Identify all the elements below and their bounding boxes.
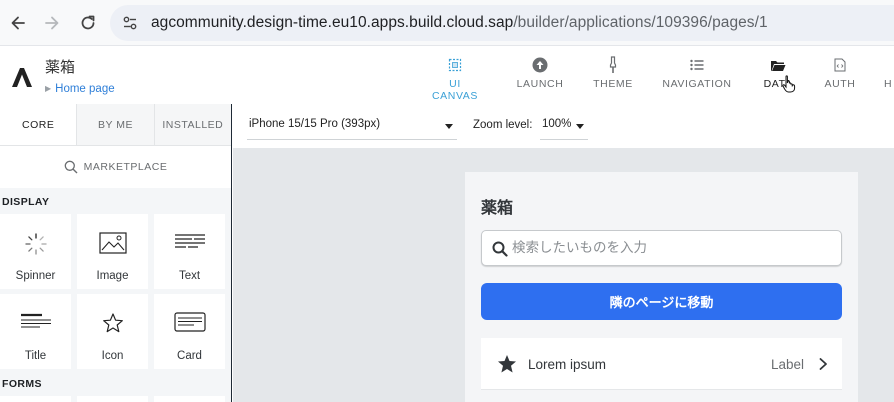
tab-by-me[interactable]: BY ME bbox=[76, 104, 154, 145]
list-item[interactable]: Lorem ipsum Label bbox=[481, 338, 842, 390]
canvas-toolbar: iPhone 15/15 Pro (393px) Zoom level: 100… bbox=[233, 104, 894, 148]
search-icon bbox=[64, 160, 78, 174]
section-display: DISPLAY bbox=[2, 196, 50, 208]
folder-icon bbox=[760, 56, 796, 74]
breadcrumb-home-link[interactable]: Home page bbox=[55, 83, 114, 95]
title-icon bbox=[0, 312, 71, 334]
component-icon[interactable]: Icon bbox=[77, 294, 148, 369]
component-form-partial[interactable] bbox=[0, 396, 71, 402]
search-input[interactable] bbox=[512, 238, 832, 258]
next-page-button[interactable]: 隣のページに移動 bbox=[481, 283, 842, 320]
component-panel: CORE BY ME INSTALLED MARKETPLACE DISPLAY… bbox=[0, 104, 232, 402]
app-title: 薬箱 bbox=[45, 59, 76, 76]
site-settings-icon[interactable] bbox=[122, 15, 138, 31]
app-header: 薬箱 ▶ Home page UI CANVAS LAUNCH THEME NAV… bbox=[0, 46, 894, 104]
chevron-down-icon bbox=[445, 124, 453, 129]
zoom-select[interactable]: 100% bbox=[540, 112, 588, 140]
chevron-down-icon bbox=[576, 124, 584, 129]
reload-icon[interactable] bbox=[78, 13, 98, 33]
address-bar[interactable]: agcommunity.design-time.eu10.apps.build.… bbox=[110, 5, 894, 41]
tab-theme[interactable]: THEME bbox=[588, 56, 638, 96]
section-forms: FORMS bbox=[2, 378, 42, 390]
tab-ui-canvas[interactable]: UI CANVAS bbox=[425, 56, 485, 102]
canvas-icon bbox=[425, 56, 485, 74]
list-icon bbox=[660, 56, 734, 74]
launch-icon bbox=[512, 56, 568, 74]
zoom-label: Zoom level: bbox=[473, 119, 533, 131]
card-icon bbox=[154, 312, 225, 334]
component-form-partial[interactable] bbox=[154, 396, 225, 402]
tab-launch[interactable]: LAUNCH bbox=[512, 56, 568, 96]
chevron-right-icon bbox=[819, 358, 827, 370]
tab-core[interactable]: CORE bbox=[0, 104, 77, 145]
page-title[interactable]: 薬箱 bbox=[481, 194, 513, 218]
list-item-title: Lorem ipsum bbox=[528, 357, 607, 372]
theme-brush-icon bbox=[588, 56, 638, 74]
component-title[interactable]: Title bbox=[0, 294, 71, 369]
tab-installed[interactable]: INSTALLED bbox=[153, 104, 231, 145]
list-item-label: Label bbox=[770, 357, 804, 372]
browser-toolbar: agcommunity.design-time.eu10.apps.build.… bbox=[0, 0, 894, 46]
star-icon bbox=[498, 355, 516, 373]
component-image[interactable]: Image bbox=[77, 214, 148, 289]
breadcrumb[interactable]: ▶ Home page bbox=[45, 83, 115, 95]
breadcrumb-arrow-icon: ▶ bbox=[45, 84, 52, 93]
component-tabs: CORE BY ME INSTALLED bbox=[0, 104, 231, 146]
component-spinner[interactable]: Spinner bbox=[0, 214, 71, 289]
component-form-partial[interactable] bbox=[77, 396, 148, 402]
component-text[interactable]: Text bbox=[154, 214, 225, 289]
search-icon bbox=[492, 241, 508, 257]
back-icon[interactable] bbox=[8, 13, 28, 33]
spinner-icon bbox=[0, 232, 71, 255]
tab-auth[interactable]: AUTH bbox=[822, 56, 858, 96]
marketplace-button[interactable]: MARKETPLACE bbox=[0, 146, 231, 188]
forward-icon[interactable] bbox=[42, 13, 62, 33]
image-icon bbox=[77, 232, 148, 254]
star-outline-icon bbox=[77, 312, 148, 334]
ui-canvas: iPhone 15/15 Pro (393px) Zoom level: 100… bbox=[233, 104, 894, 402]
tab-overflow[interactable]: H bbox=[884, 56, 894, 96]
component-card[interactable]: Card bbox=[154, 294, 225, 369]
device-select[interactable]: iPhone 15/15 Pro (393px) bbox=[247, 112, 457, 140]
url-text[interactable]: agcommunity.design-time.eu10.apps.build.… bbox=[151, 14, 768, 32]
phone-preview[interactable]: 薬箱 隣のページに移動 Lorem ipsum Label bbox=[465, 172, 858, 402]
auth-icon bbox=[822, 56, 858, 74]
tab-navigation[interactable]: NAVIGATION bbox=[660, 56, 734, 96]
search-field[interactable] bbox=[481, 230, 842, 266]
app-logo[interactable] bbox=[10, 66, 34, 88]
text-icon bbox=[154, 232, 225, 254]
hand-cursor-icon bbox=[782, 75, 796, 93]
